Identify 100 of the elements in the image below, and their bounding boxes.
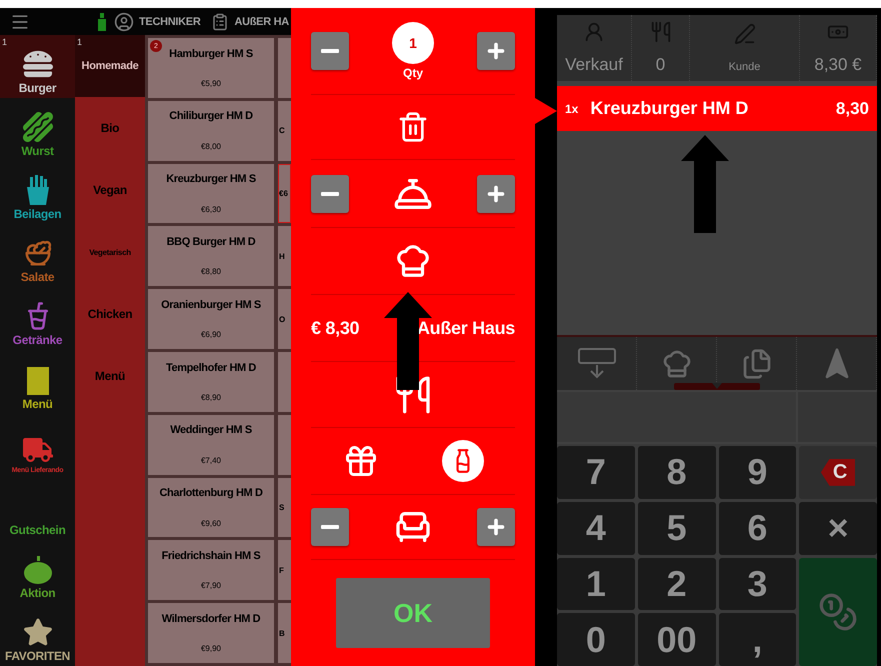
fries-icon [24, 175, 50, 206]
star-icon [22, 616, 52, 647]
category-item[interactable]: Gutschein [0, 476, 75, 540]
category-label: Salate [20, 270, 54, 284]
minus-icon [321, 525, 339, 529]
clear-key[interactable]: C [799, 446, 877, 499]
product-price: €8,90 [200, 393, 222, 402]
pen-icon [734, 23, 756, 45]
ok-button[interactable]: OK [336, 578, 490, 648]
keypad-key[interactable]: 6 [718, 502, 796, 554]
header-value: 8,30 € [814, 55, 862, 75]
keypad-key[interactable]: 4 [557, 502, 635, 554]
amount-field[interactable] [557, 392, 796, 442]
product-name: Charlottenburg HM D [159, 487, 262, 500]
dropdown-handle[interactable] [674, 383, 760, 390]
product-tile[interactable]: B [278, 603, 291, 663]
bottle-icon[interactable] [442, 440, 484, 482]
keypad-key[interactable]: 7 [557, 446, 635, 499]
quantity-label: Qty [402, 66, 423, 80]
product-tile[interactable]: BBQ Burger HM D €8,80 [148, 226, 274, 286]
category-item[interactable]: 1 Burger [0, 35, 75, 98]
header-value: 0 [656, 55, 666, 75]
product-name: Kreuzburger HM S [166, 173, 256, 186]
chef-hat-icon [660, 348, 692, 380]
line-price: 8,30 [836, 98, 869, 118]
chef-hat-icon[interactable] [394, 242, 432, 280]
keypad-key[interactable]: 00 [638, 613, 716, 666]
product-name: Friedrichshain HM S [162, 550, 260, 562]
increase-button[interactable] [477, 32, 515, 70]
decrease-button[interactable] [311, 174, 349, 212]
product-tile[interactable]: Oranienburger HM S €6,90 [148, 289, 274, 349]
product-tile[interactable]: H [278, 226, 291, 286]
product-tile[interactable]: Wilmersdorfer HM D €9,90 [148, 603, 274, 663]
order-mode: AUßER HA [234, 16, 289, 28]
menu-card-icon [26, 364, 48, 395]
category-item[interactable]: Wurst [0, 98, 75, 162]
subcategory-label: Chicken [88, 307, 132, 321]
category-item[interactable]: Aktion [0, 540, 75, 603]
product-name: BBQ Burger HM D [166, 236, 256, 248]
person-status-icon [95, 12, 109, 30]
product-name: B [279, 628, 285, 638]
category-label: Gutschein [10, 522, 66, 537]
product-name: S [279, 502, 284, 512]
product-tile[interactable]: Kreuzburger HM S €6,30 [148, 164, 274, 224]
subcategory-label: Menü [94, 369, 126, 383]
line-quantity: 1x [565, 102, 578, 116]
keypad-key[interactable]: 0 [557, 613, 635, 666]
increase-button[interactable] [477, 174, 515, 212]
product-tile[interactable]: Friedrichshain HM S €7,90 [148, 540, 274, 600]
subcategory-item[interactable]: 1 Homemade [75, 35, 145, 97]
keypad-key[interactable]: 9 [718, 446, 796, 499]
product-tile[interactable]: €6 [278, 164, 291, 224]
decrease-button[interactable] [311, 508, 349, 546]
multiply-key[interactable]: × [799, 502, 877, 554]
line-name: Kreuzburger HM D [590, 98, 750, 119]
product-price: €8,00 [200, 142, 222, 151]
keypad-key[interactable]: 3 [718, 558, 796, 610]
product-name: Wilmersdorfer HM D [162, 612, 260, 625]
keypad-key[interactable]: 8 [638, 446, 716, 499]
product-name: Oranienburger HM S [161, 298, 261, 311]
product-tile[interactable] [278, 352, 291, 412]
product-tile[interactable]: Charlottenburg HM D €9,60 [148, 478, 274, 538]
product-name: Weddinger HM S [170, 424, 252, 436]
product-price: €7,40 [200, 456, 222, 465]
product-tile[interactable]: C [278, 100, 291, 161]
product-tile[interactable]: Tempelhofer HM D €8,90 [148, 352, 274, 412]
product-price: €5,90 [200, 79, 222, 88]
product-price: €9,90 [200, 644, 222, 654]
category-item[interactable]: Beilagen [0, 161, 75, 224]
product-tile[interactable] [278, 38, 291, 98]
keypad-key[interactable]: 2 [638, 558, 716, 610]
product-tile[interactable]: F [278, 540, 291, 600]
plus-icon [485, 516, 507, 538]
minus-icon [321, 49, 339, 53]
category-label: Getränke [12, 333, 62, 348]
keypad-key[interactable]: 5 [638, 502, 716, 554]
minus-icon [321, 192, 339, 196]
increase-button[interactable] [477, 508, 515, 546]
product-name: H [279, 252, 285, 261]
keypad-key[interactable]: , [718, 613, 796, 666]
category-item[interactable]: FAVORITEN [0, 602, 75, 666]
product-tile[interactable]: Chiliburger HM D €8,00 [148, 100, 274, 161]
product-name: Chiliburger HM D [169, 110, 253, 122]
cutlery-icon [650, 21, 672, 43]
subcategory-label: Vegetarisch [89, 248, 131, 256]
product-tile[interactable]: S [278, 478, 291, 538]
category-item[interactable]: Getränke [0, 287, 75, 350]
keypad-key[interactable]: 1 [557, 558, 635, 610]
category-label: Menü [22, 396, 53, 411]
category-item[interactable]: Menü [0, 350, 75, 414]
trash-icon[interactable] [397, 111, 429, 143]
category-item[interactable]: Salate [0, 224, 75, 288]
product-tile[interactable] [278, 414, 291, 475]
takeaway-label: Außer Haus [416, 318, 515, 338]
category-label: Aktion [20, 586, 56, 600]
decrease-button[interactable] [311, 32, 349, 70]
subcategory-label: Bio [100, 121, 120, 135]
product-tile[interactable]: Weddinger HM S €7,40 [148, 414, 274, 475]
product-name: Tempelhofer HM D [166, 362, 256, 374]
product-tile[interactable]: O [278, 289, 291, 349]
